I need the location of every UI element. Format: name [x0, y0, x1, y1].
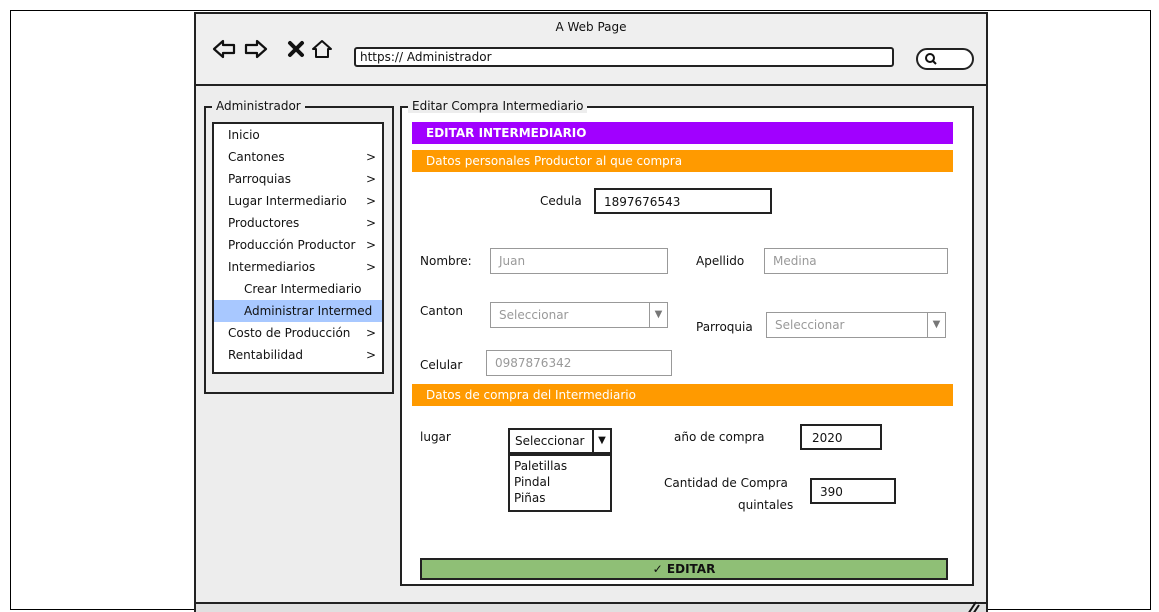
- sidebar-item-inicio[interactable]: Inicio: [214, 124, 382, 146]
- sidebar-item-label: Lugar Intermediario: [228, 194, 347, 208]
- nombre-input[interactable]: Juan: [490, 248, 668, 274]
- anio-label: año de compra: [674, 430, 765, 444]
- cedula-label: Cedula: [540, 194, 582, 208]
- back-icon[interactable]: [210, 36, 238, 62]
- sidebar-item-productores[interactable]: Productores >: [214, 212, 382, 234]
- chevron-right-icon: >: [365, 260, 376, 274]
- sidebar-item-intermediarios[interactable]: Intermediarios >: [214, 256, 382, 278]
- chevron-down-icon: ▼: [649, 303, 667, 327]
- celular-input[interactable]: 0987876342: [486, 350, 672, 376]
- sidebar-item-label: Parroquias: [228, 172, 291, 186]
- chevron-down-icon: ▼: [927, 313, 945, 337]
- lugar-option[interactable]: Piñas: [514, 490, 606, 506]
- main-form-body: EDITAR INTERMEDIARIO Datos personales Pr…: [402, 108, 972, 584]
- url-bar[interactable]: https:// Administrador: [354, 47, 894, 67]
- sidebar-item-lugar-intermediario[interactable]: Lugar Intermediario >: [214, 190, 382, 212]
- sidebar-item-label: Intermediarios: [228, 260, 316, 274]
- chevron-right-icon: >: [365, 216, 376, 230]
- sidebar-legend: Administrador: [212, 99, 305, 113]
- browser-window: A Web Page https:// Administrador Admini…: [194, 12, 988, 612]
- main-form-group: EDITAR INTERMEDIARIO Datos personales Pr…: [400, 99, 974, 586]
- sidebar-item-cantones[interactable]: Cantones >: [214, 146, 382, 168]
- cedula-input[interactable]: 1897676543: [594, 188, 772, 214]
- sidebar-item-label: Administrar Intermed: [244, 304, 373, 318]
- home-icon[interactable]: [308, 36, 336, 62]
- lugar-dropdown-list: Paletillas Pindal Piñas: [508, 454, 612, 512]
- edit-button-label: EDITAR: [666, 562, 716, 576]
- cantidad-unit-label: quintales: [738, 498, 794, 512]
- close-icon[interactable]: [282, 36, 310, 62]
- search-icon: [924, 52, 938, 69]
- sidebar-item-label: Rentabilidad: [228, 348, 304, 362]
- lugar-option[interactable]: Paletillas: [514, 458, 606, 474]
- sidebar-group: Administrador Inicio Cantones > Parroquia…: [204, 99, 394, 394]
- sidebar-item-administrar-intermediario[interactable]: Administrar Intermed: [214, 300, 382, 322]
- sidebar-item-label: Cantones: [228, 150, 285, 164]
- sidebar-item-parroquias[interactable]: Parroquias >: [214, 168, 382, 190]
- lugar-select-value: Seleccionar: [515, 434, 585, 448]
- chevron-right-icon: >: [365, 172, 376, 186]
- sidebar-item-produccion-productor[interactable]: Producción Productor >: [214, 234, 382, 256]
- edit-button[interactable]: ✓ EDITAR: [420, 558, 948, 580]
- sidebar-item-label: Crear Intermediario: [244, 282, 362, 296]
- status-bar: [196, 600, 986, 612]
- apellido-label: Apellido: [696, 254, 745, 268]
- parroquia-select[interactable]: Seleccionar ▼: [766, 312, 946, 338]
- sidebar-item-label: Producción Productor: [228, 238, 356, 252]
- cantidad-input[interactable]: 390: [810, 478, 896, 504]
- sidebar-item-crear-intermediario[interactable]: Crear Intermediario: [214, 278, 382, 300]
- apellido-input[interactable]: Medina: [764, 248, 948, 274]
- lugar-option[interactable]: Pindal: [514, 474, 606, 490]
- sidebar-item-label: Inicio: [228, 128, 260, 142]
- canton-select-value: Seleccionar: [499, 308, 569, 322]
- canton-label: Canton: [420, 304, 463, 318]
- main-legend: Editar Compra Intermediario: [408, 99, 588, 113]
- form-header: EDITAR INTERMEDIARIO: [412, 122, 953, 144]
- sidebar-menu: Inicio Cantones > Parroquias > Lugar Inter…: [212, 122, 384, 374]
- chevron-right-icon: >: [365, 348, 376, 362]
- anio-input[interactable]: 2020: [800, 424, 882, 450]
- check-icon: ✓: [652, 562, 667, 576]
- sidebar-item-rentabilidad[interactable]: Rentabilidad >: [214, 344, 382, 366]
- browser-titlebar: A Web Page https:// Administrador: [196, 14, 986, 86]
- parroquia-label: Parroquia: [696, 320, 753, 334]
- page-title: A Web Page: [555, 20, 627, 34]
- parroquia-select-value: Seleccionar: [775, 318, 845, 332]
- section-personal-header: Datos personales Productor al que compra: [412, 150, 953, 172]
- chevron-right-icon: >: [365, 238, 376, 252]
- celular-label: Celular: [420, 358, 463, 372]
- sidebar-item-costo-produccion[interactable]: Costo de Producción >: [214, 322, 382, 344]
- cantidad-label: Cantidad de Compra: [664, 476, 788, 490]
- sidebar-item-label: Productores: [228, 216, 300, 230]
- sidebar-item-label: Costo de Producción: [228, 326, 351, 340]
- lugar-label: lugar: [420, 430, 451, 444]
- chevron-down-icon: ▼: [592, 430, 610, 452]
- search-field[interactable]: [916, 48, 974, 70]
- canton-select[interactable]: Seleccionar ▼: [490, 302, 668, 328]
- chevron-right-icon: >: [365, 150, 376, 164]
- chevron-right-icon: >: [365, 194, 376, 208]
- section-compra-header: Datos de compra del Intermediario: [412, 384, 953, 406]
- resize-grip-icon[interactable]: [964, 600, 980, 612]
- chevron-right-icon: >: [365, 326, 376, 340]
- nombre-label: Nombre:: [420, 254, 472, 268]
- forward-icon[interactable]: [242, 36, 270, 62]
- lugar-select[interactable]: Seleccionar ▼: [508, 428, 612, 454]
